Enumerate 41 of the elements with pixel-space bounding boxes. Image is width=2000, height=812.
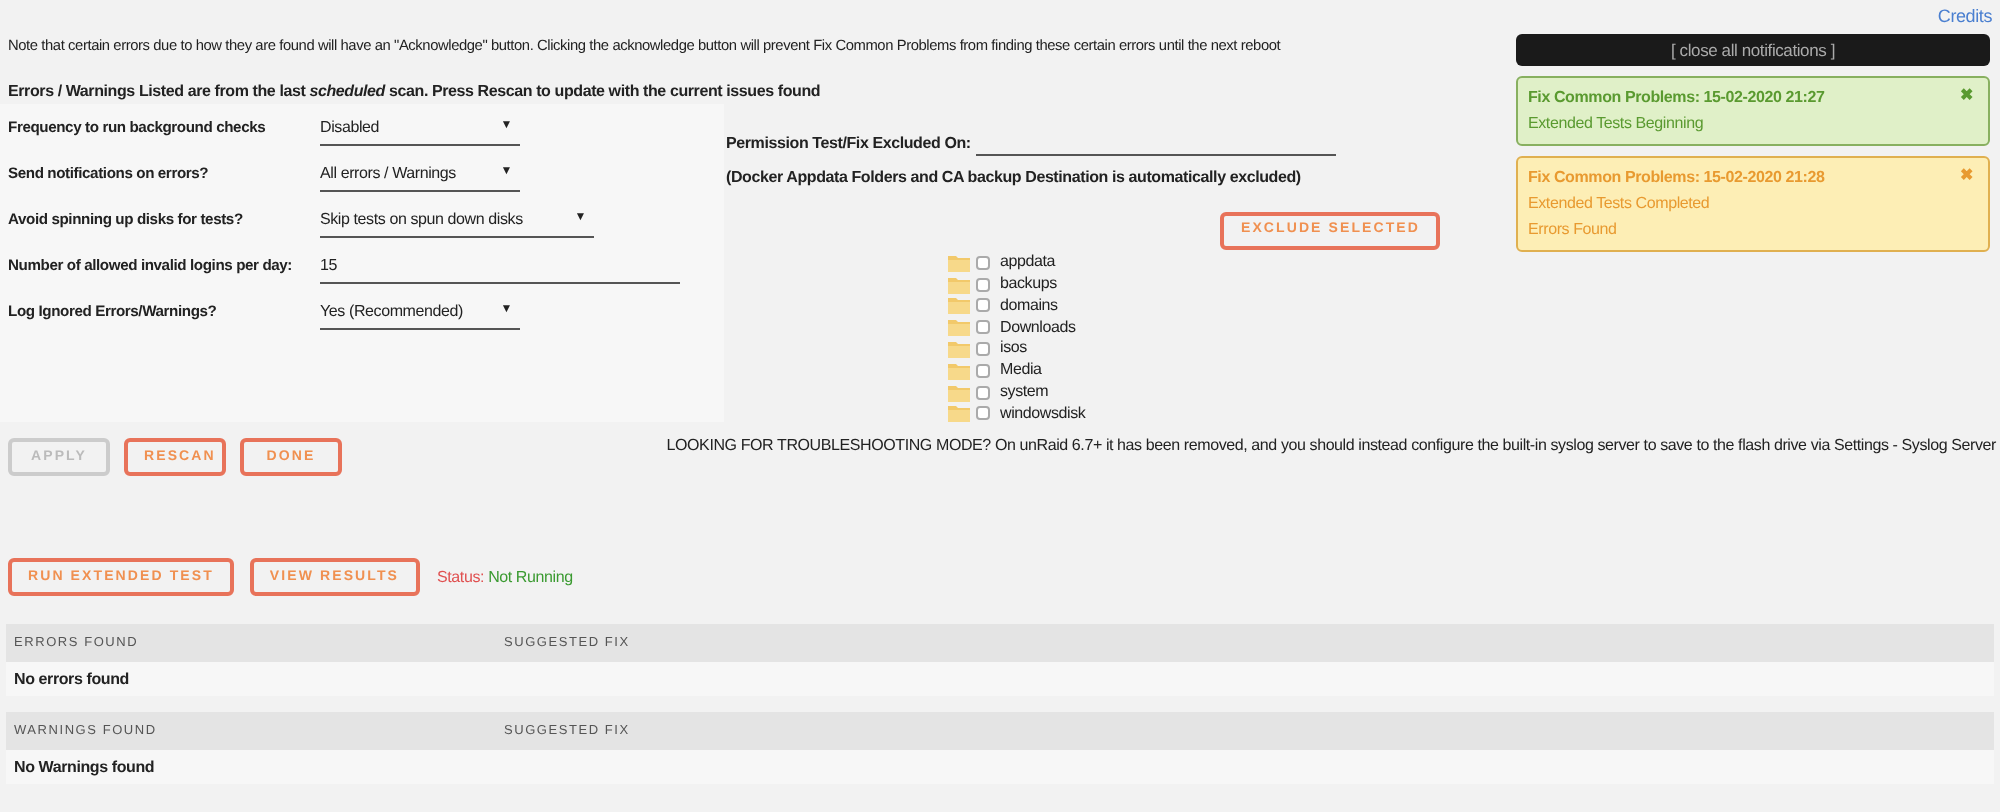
folder-name: domains (1000, 293, 1058, 318)
notification-text: Errors Found (1528, 218, 1619, 242)
folder-checkbox[interactable] (976, 385, 990, 400)
folder-checkbox[interactable] (976, 363, 990, 378)
folder-name: appdata (1000, 250, 1056, 275)
folder-name: system (1000, 380, 1049, 405)
notification-title: Fix Common Problems: 15-02-2020 21:27 (1528, 86, 1825, 110)
empty-message: No errors found (14, 667, 129, 692)
close-all-button[interactable]: [ close all notifications ] (1516, 34, 1990, 66)
scan-note: Errors / Warnings Listed are from the last scheduled scan. Press Rescan to update with the current issues found (8, 79, 821, 104)
troubleshooting-text: LOOKING FOR TROUBLESHOOTING MODE? On unRaid 6.7+ it has been removed, and you should instead configure the built-in syslog server to save to the flash drive via Settings - Syslog Server (666, 434, 1996, 459)
status-text: Status: Not Running (437, 565, 573, 590)
folder-checkbox[interactable] (976, 406, 990, 421)
close-button[interactable]: ✖ (1960, 164, 1974, 188)
notification-text: Extended Tests Beginning (1528, 112, 1706, 136)
folder-icon (948, 404, 970, 423)
folder-name: windowsdisk (1000, 401, 1086, 426)
folder-checkbox[interactable] (976, 277, 990, 292)
folder-icon (948, 361, 970, 380)
empty-message: No Warnings found (14, 755, 155, 780)
folder-checkbox[interactable] (976, 341, 990, 356)
folder-icon (948, 383, 970, 402)
folder-icon (948, 296, 970, 315)
folder-name: backups (1000, 272, 1057, 297)
folder-name: isos (1000, 336, 1027, 361)
folder-checkbox[interactable] (976, 320, 990, 335)
folder-icon (948, 253, 970, 272)
folder-icon (948, 339, 970, 358)
notification-title: Fix Common Problems: 15-02-2020 21:28 (1528, 166, 1825, 190)
notification-text: Extended Tests Completed (1528, 192, 1712, 216)
folder-icon (948, 318, 970, 337)
folder-checkbox[interactable] (976, 255, 990, 270)
input-field[interactable]: 15 (320, 249, 680, 284)
folder-checkbox[interactable] (976, 298, 990, 313)
folder-name: Downloads (1000, 315, 1076, 340)
permission-note: (Docker Appdata Folders and CA backup Destination is automatically excluded) (726, 165, 1301, 190)
folder-name: Media (1000, 358, 1042, 383)
folder-icon (948, 275, 970, 294)
credits-link[interactable]: Credits (1937, 4, 1992, 31)
close-button[interactable]: ✖ (1960, 84, 1974, 108)
permission-label: Permission Test/Fix Excluded On: (726, 131, 971, 156)
